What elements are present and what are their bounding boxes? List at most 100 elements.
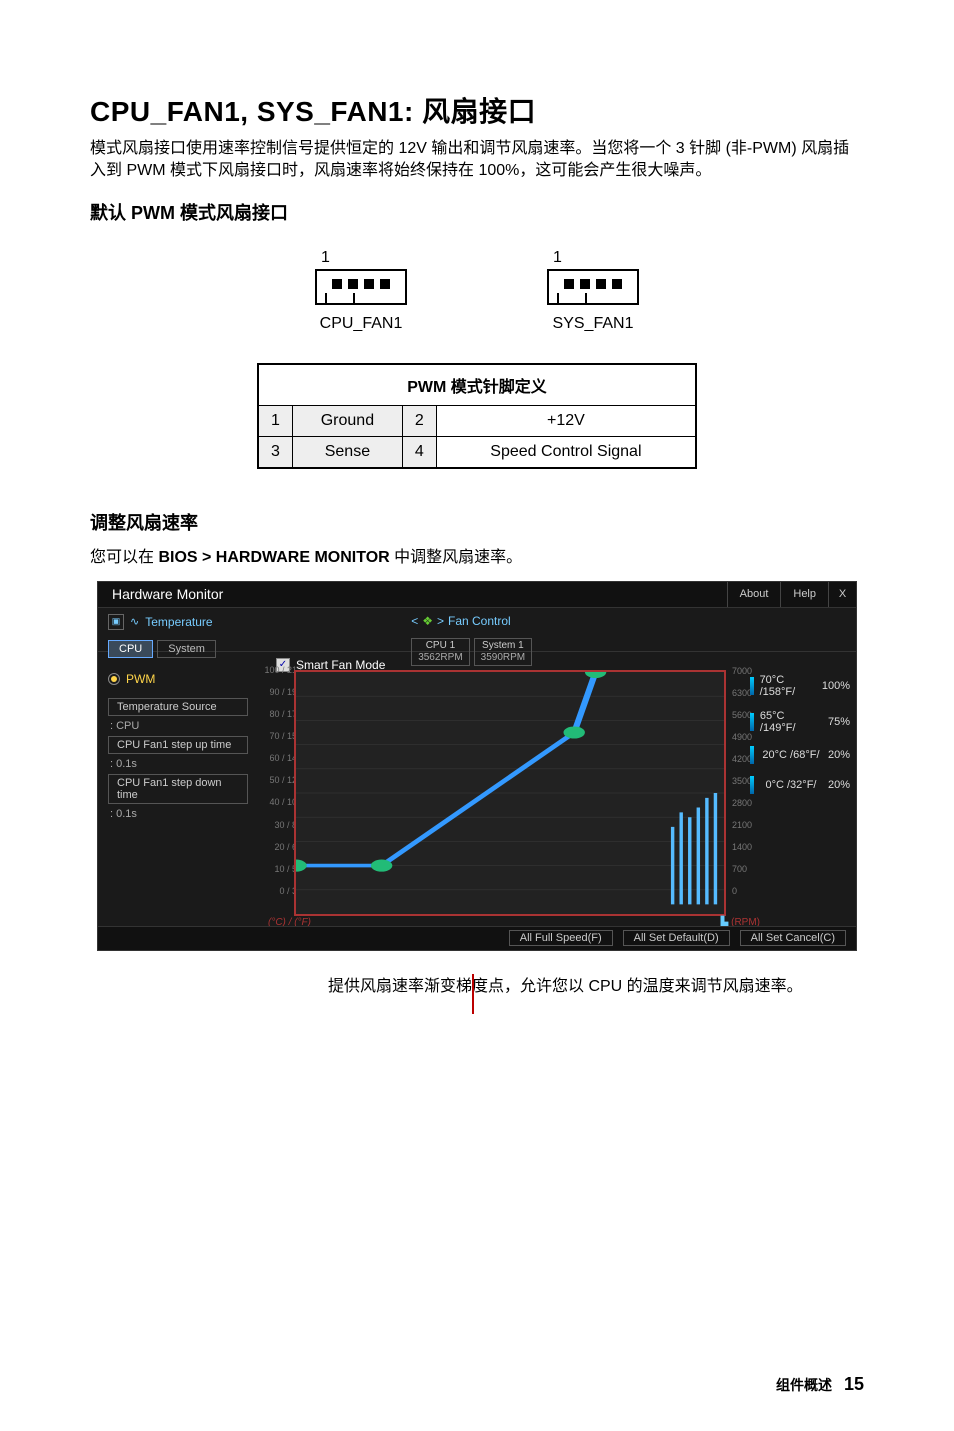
pwm-radio[interactable]: PWM [108, 672, 248, 686]
fan-control-section: < ❖ > Fan Control CPU 1 3562RPM System 1… [401, 608, 856, 651]
step-up-time-value: : 0.1s [108, 758, 248, 770]
subheading-adjust: 调整风扇速率 [90, 509, 864, 535]
y2-tick: 2100 [732, 820, 762, 830]
connector-label: SYS_FAN1 [553, 315, 634, 333]
legend-temp: 70°C /158°F/ [760, 674, 816, 698]
chevron-right-icon[interactable]: > [437, 614, 444, 628]
pwm-label: PWM [126, 672, 155, 686]
page-footer: 组件概述 15 [776, 1374, 864, 1395]
fanbox-name: System 1 [481, 640, 525, 652]
pin-icon [348, 279, 358, 289]
step-up-time-button[interactable]: CPU Fan1 step up time [108, 736, 248, 754]
temperature-source-value: : CPU [108, 720, 248, 732]
fanbox-name: CPU 1 [418, 640, 462, 652]
pin-number: 4 [402, 436, 436, 468]
step-down-time-button[interactable]: CPU Fan1 step down time [108, 774, 248, 804]
pin-name: Ground [292, 405, 402, 436]
callout-leader-line [472, 974, 474, 1014]
subheading-default-pwm: 默认 PWM 模式风扇接口 [90, 199, 864, 225]
connector-diagrams: 1 CPU_FAN1 1 SYS_FAN1 [90, 249, 864, 333]
legend-temp: 0°C /32°F/ [765, 779, 816, 791]
pin-number: 1 [258, 405, 292, 436]
connector-label: CPU_FAN1 [320, 315, 403, 333]
wave-icon: ∿ [130, 615, 139, 628]
pin-name: Sense [292, 436, 402, 468]
fan-control-label: Fan Control [448, 614, 511, 628]
hardware-monitor-window: Hardware Monitor About Help X ▣ ∿ Temper… [97, 581, 857, 951]
legend-row: 65°C /149°F/75% [750, 710, 850, 734]
legend-row: 0°C /32°F/20% [750, 776, 850, 794]
chevron-left-icon[interactable]: < [411, 614, 418, 628]
hwm-sidebar: PWM Temperature Source : CPU CPU Fan1 st… [98, 652, 258, 926]
legend-pct: 20% [828, 779, 850, 791]
y2-tick: 2800 [732, 798, 762, 808]
connector-key-notch [557, 293, 587, 305]
fan-icon: ❖ [422, 614, 433, 628]
pin-number: 3 [258, 436, 292, 468]
legend-bar-icon [750, 746, 754, 764]
pin-icon [564, 279, 574, 289]
hwm-title-text: Hardware Monitor [112, 586, 727, 602]
connector-cpu-fan1: 1 CPU_FAN1 [315, 249, 407, 333]
help-button[interactable]: Help [780, 582, 828, 607]
pin-icon [596, 279, 606, 289]
connector-sys-fan1: 1 SYS_FAN1 [547, 249, 639, 333]
fan-curve-svg [296, 672, 724, 914]
pin-icon [580, 279, 590, 289]
pin-icon [332, 279, 342, 289]
y2-tick: 700 [732, 864, 762, 874]
connector-box [315, 269, 407, 305]
table-row: 3 Sense 4 Speed Control Signal [258, 436, 696, 468]
pin1-label: 1 [321, 249, 330, 267]
pin1-label: 1 [553, 249, 562, 267]
fan-curve-plot[interactable] [294, 670, 726, 916]
legend-pct: 75% [828, 716, 850, 728]
pin-name: Speed Control Signal [436, 436, 696, 468]
close-button[interactable]: X [828, 582, 856, 607]
hwm-footer: All Full Speed(F) All Set Default(D) All… [98, 926, 856, 950]
temperature-label: Temperature [145, 615, 212, 629]
legend-temp: 20°C /68°F/ [762, 749, 819, 761]
temperature-section: ▣ ∿ Temperature CPU System [98, 608, 401, 651]
all-set-cancel-button[interactable]: All Set Cancel(C) [740, 930, 846, 946]
about-button[interactable]: About [727, 582, 781, 607]
fan-curve-graph: 100 / 212 90 / 194 80 / 176 70 / 158 60 … [258, 652, 856, 926]
legend-row: 20°C /68°F/20% [750, 746, 850, 764]
legend-temp: 65°C /149°F/ [760, 710, 822, 734]
expand-icon[interactable]: ▣ [108, 614, 124, 630]
connector-box [547, 269, 639, 305]
pin-number: 2 [402, 405, 436, 436]
y2-tick: 0 [732, 886, 762, 896]
callout-text: 提供风扇速率渐变梯度点，允许您以 CPU 的温度来调节风扇速率。 [328, 975, 848, 998]
legend-row: 70°C /158°F/100% [750, 674, 850, 698]
footer-page-number: 15 [844, 1374, 864, 1395]
legend-bar-icon [750, 776, 754, 794]
hwm-body: PWM Temperature Source : CPU CPU Fan1 st… [98, 652, 856, 926]
pwm-pin-table: PWM 模式针脚定义 1 Ground 2 +12V 3 Sense 4 Spe… [257, 363, 697, 469]
temperature-source-button[interactable]: Temperature Source [108, 698, 248, 716]
note-prefix: 您可以在 [90, 549, 158, 566]
legend-bar-icon [750, 713, 754, 731]
pin-name: +12V [436, 405, 696, 436]
all-full-speed-button[interactable]: All Full Speed(F) [509, 930, 613, 946]
legend-pct: 20% [828, 749, 850, 761]
pin-icon [612, 279, 622, 289]
hwm-titlebar: Hardware Monitor About Help X [98, 582, 856, 608]
page-title: CPU_FAN1, SYS_FAN1: 风扇接口 [90, 90, 864, 130]
footer-section: 组件概述 [776, 1375, 832, 1395]
step-down-time-value: : 0.1s [108, 808, 248, 820]
note-suffix: 中调整风扇速率。 [390, 549, 522, 566]
pin-icon [364, 279, 374, 289]
radio-dot-icon [108, 673, 120, 685]
legend-bar-icon [750, 677, 754, 695]
note-bold: BIOS > HARDWARE MONITOR [158, 549, 389, 566]
y2-tick: 1400 [732, 842, 762, 852]
bios-note: 您可以在 BIOS > HARDWARE MONITOR 中调整风扇速率。 [90, 543, 864, 567]
table-row: 1 Ground 2 +12V [258, 405, 696, 436]
connector-key-notch [325, 293, 355, 305]
all-set-default-button[interactable]: All Set Default(D) [623, 930, 730, 946]
intro-text: 模式风扇接口使用速率控制信号提供恒定的 12V 输出和调节风扇速率。当您将一个 … [90, 138, 864, 183]
table-title: PWM 模式针脚定义 [258, 364, 696, 406]
pin-icon [380, 279, 390, 289]
curve-point-legend: 70°C /158°F/100% 65°C /149°F/75% 20°C /6… [750, 674, 850, 794]
